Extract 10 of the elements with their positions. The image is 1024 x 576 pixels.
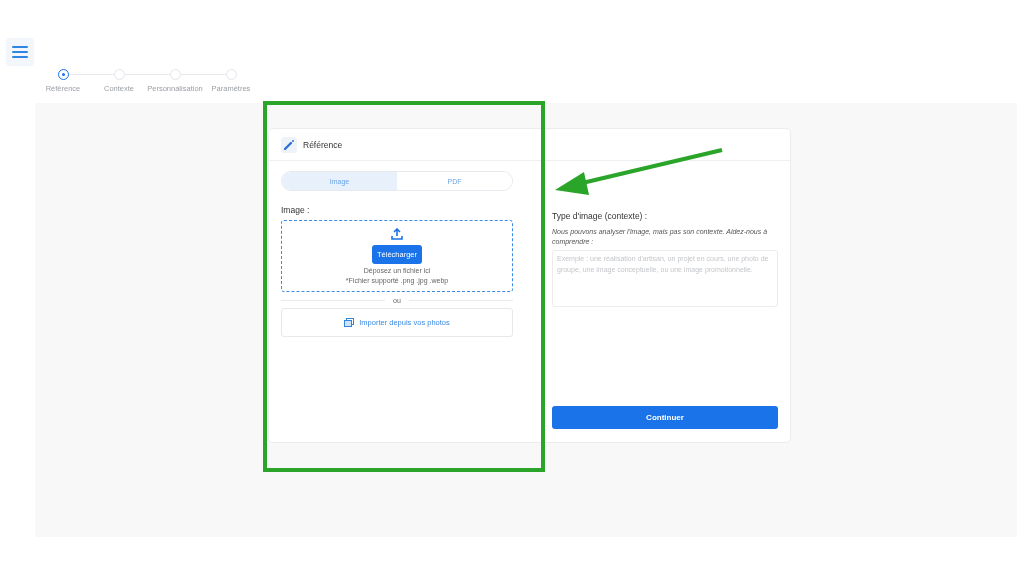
pen-icon	[281, 136, 297, 153]
photos-icon	[344, 318, 355, 327]
menu-icon	[12, 46, 28, 58]
field-label: Image :	[281, 205, 311, 215]
step-dot[interactable]	[57, 69, 69, 80]
upload-icon	[391, 228, 403, 240]
card-title: Référence	[303, 139, 343, 150]
field-label: Type d'image (contexte) :	[552, 211, 649, 221]
menu-button[interactable]	[6, 38, 34, 66]
continue-button[interactable]: Continuer	[552, 406, 778, 429]
